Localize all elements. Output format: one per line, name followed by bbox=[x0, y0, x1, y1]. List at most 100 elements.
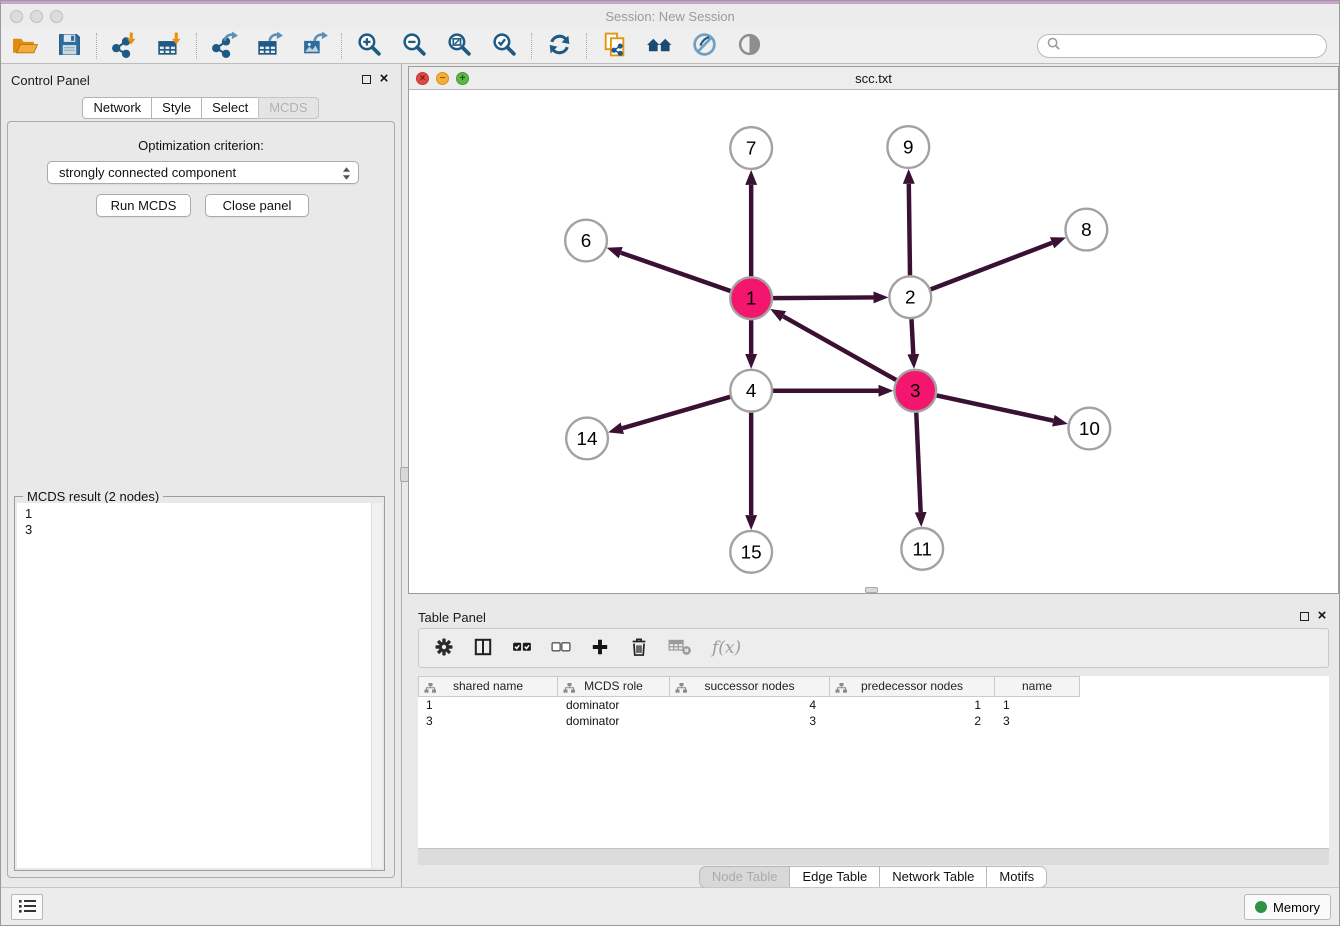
graph-node-4[interactable]: 4 bbox=[730, 370, 772, 412]
control-panel: Control Panel × NetworkStyleSelectMCDS O… bbox=[1, 64, 401, 889]
svg-text:7: 7 bbox=[746, 139, 757, 160]
deselect-all-button[interactable] bbox=[550, 634, 572, 662]
zoom-out-icon bbox=[401, 31, 428, 61]
control-panel-float-button[interactable] bbox=[359, 72, 373, 86]
titlebar[interactable]: Session: New Session bbox=[1, 4, 1339, 29]
tab-network[interactable]: Network bbox=[82, 97, 152, 119]
brush-slash-button[interactable] bbox=[689, 31, 719, 62]
graph-node-1[interactable]: 1 bbox=[730, 277, 772, 319]
trash-button[interactable] bbox=[628, 634, 650, 662]
graph-edge-3-11[interactable] bbox=[916, 413, 920, 512]
graph-edge-1-6[interactable] bbox=[621, 253, 731, 291]
graph-edge-3-10[interactable] bbox=[937, 395, 1054, 420]
toolbar-separator bbox=[341, 33, 342, 59]
graph-node-15[interactable]: 15 bbox=[730, 531, 772, 573]
table-tabs: Node TableEdge TableNetwork TableMotifs bbox=[408, 866, 1339, 888]
table-panel-float-button[interactable] bbox=[1297, 609, 1311, 623]
search-icon bbox=[1046, 36, 1061, 56]
save-button[interactable] bbox=[54, 31, 84, 62]
window-title: Session: New Session bbox=[1, 4, 1339, 29]
zoom-in-icon bbox=[356, 31, 383, 61]
tab-select[interactable]: Select bbox=[201, 97, 259, 119]
svg-text:3: 3 bbox=[910, 381, 921, 402]
tab-edge-table[interactable]: Edge Table bbox=[789, 866, 880, 888]
table-panel-close-button[interactable]: × bbox=[1315, 609, 1329, 623]
run-mcds-button[interactable]: Run MCDS bbox=[96, 194, 191, 217]
tab-network-table[interactable]: Network Table bbox=[879, 866, 987, 888]
table-row[interactable]: 3dominator323 bbox=[418, 713, 1329, 729]
refresh-button[interactable] bbox=[544, 31, 574, 62]
svg-text:15: 15 bbox=[741, 542, 762, 563]
column-header-label: MCDS role bbox=[584, 679, 643, 693]
graph-node-8[interactable]: 8 bbox=[1065, 209, 1107, 251]
table-cell: 3 bbox=[418, 713, 558, 729]
column-header-name[interactable]: name bbox=[995, 676, 1080, 697]
table-cell: 2 bbox=[830, 713, 995, 729]
graph-edge-2-8[interactable] bbox=[931, 243, 1052, 290]
svg-text:4: 4 bbox=[746, 381, 757, 402]
network-window-titlebar[interactable]: × − + scc.txt bbox=[409, 67, 1338, 90]
graph-node-14[interactable]: 14 bbox=[566, 418, 608, 460]
mcds-result-area[interactable]: 13 bbox=[17, 503, 382, 868]
homes-button[interactable] bbox=[644, 31, 674, 62]
result-scrollbar-track[interactable] bbox=[371, 503, 382, 868]
eye-button[interactable] bbox=[734, 31, 764, 62]
graph-node-7[interactable]: 7 bbox=[730, 127, 772, 169]
table-horizontal-scrollbar-track[interactable] bbox=[418, 848, 1329, 865]
select-all-button[interactable] bbox=[511, 634, 533, 662]
column-header-predecessor-nodes[interactable]: predecessor nodes bbox=[830, 676, 995, 697]
memory-button[interactable]: Memory bbox=[1244, 894, 1331, 920]
toolbar-group bbox=[544, 31, 574, 62]
graph-edge-2-9[interactable] bbox=[909, 184, 910, 276]
graph-node-3[interactable]: 3 bbox=[894, 370, 936, 412]
close-mcds-panel-button[interactable]: Close panel bbox=[205, 194, 309, 217]
horizontal-splitter-grip[interactable] bbox=[865, 587, 878, 593]
deselect-all-icon bbox=[550, 636, 572, 661]
export-network-button[interactable] bbox=[209, 31, 239, 62]
graph-edge-2-3[interactable] bbox=[911, 319, 913, 354]
graph-node-6[interactable]: 6 bbox=[565, 220, 607, 262]
task-history-button[interactable] bbox=[11, 894, 43, 920]
network-canvas[interactable]: 7 9 6 8 1 2 4 3 14 10 15 11 bbox=[410, 91, 1337, 592]
svg-text:1: 1 bbox=[746, 289, 757, 310]
table-row[interactable]: 1dominator411 bbox=[418, 697, 1329, 713]
document-network-button[interactable] bbox=[599, 31, 629, 62]
zoom-fit-button[interactable] bbox=[444, 31, 474, 62]
graph-edge-3-1[interactable] bbox=[783, 316, 896, 380]
column-header-successor-nodes[interactable]: successor nodes bbox=[670, 676, 830, 697]
zoom-in-button[interactable] bbox=[354, 31, 384, 62]
import-network-button[interactable] bbox=[109, 31, 139, 62]
graph-node-11[interactable]: 11 bbox=[901, 528, 943, 570]
graph-node-9[interactable]: 9 bbox=[887, 126, 929, 168]
svg-text:11: 11 bbox=[912, 539, 932, 560]
table-toolbar: f(x) bbox=[418, 628, 1329, 668]
add-button[interactable] bbox=[589, 634, 611, 662]
tab-node-table[interactable]: Node Table bbox=[699, 866, 791, 888]
export-image-button[interactable] bbox=[299, 31, 329, 62]
split-column-button[interactable] bbox=[472, 634, 494, 662]
tab-mcds[interactable]: MCDS bbox=[258, 97, 318, 119]
tab-style[interactable]: Style bbox=[151, 97, 202, 119]
search-input[interactable] bbox=[1065, 39, 1318, 54]
table-panel-title: Table Panel bbox=[418, 610, 486, 625]
criterion-select[interactable]: strongly connected component bbox=[47, 161, 359, 184]
export-table-button[interactable] bbox=[254, 31, 284, 62]
export-table-icon bbox=[256, 31, 283, 61]
tab-motifs[interactable]: Motifs bbox=[986, 866, 1047, 888]
zoom-out-button[interactable] bbox=[399, 31, 429, 62]
open-folder-icon bbox=[11, 31, 38, 61]
column-header-mcds-role[interactable]: MCDS role bbox=[558, 676, 670, 697]
graph-edge-4-14[interactable] bbox=[622, 397, 730, 428]
table-cell: 4 bbox=[670, 697, 830, 713]
import-table-button[interactable] bbox=[154, 31, 184, 62]
column-header-shared-name[interactable]: shared name bbox=[418, 676, 558, 697]
gear-button[interactable] bbox=[433, 634, 455, 662]
search-box[interactable] bbox=[1037, 34, 1327, 58]
graph-node-2[interactable]: 2 bbox=[889, 276, 931, 318]
graph-node-10[interactable]: 10 bbox=[1068, 408, 1110, 450]
zoom-selected-button[interactable] bbox=[489, 31, 519, 62]
graph-edge-1-2[interactable] bbox=[773, 297, 873, 298]
open-folder-button[interactable] bbox=[9, 31, 39, 62]
control-panel-close-button[interactable]: × bbox=[377, 72, 391, 86]
vertical-splitter[interactable] bbox=[401, 64, 408, 889]
